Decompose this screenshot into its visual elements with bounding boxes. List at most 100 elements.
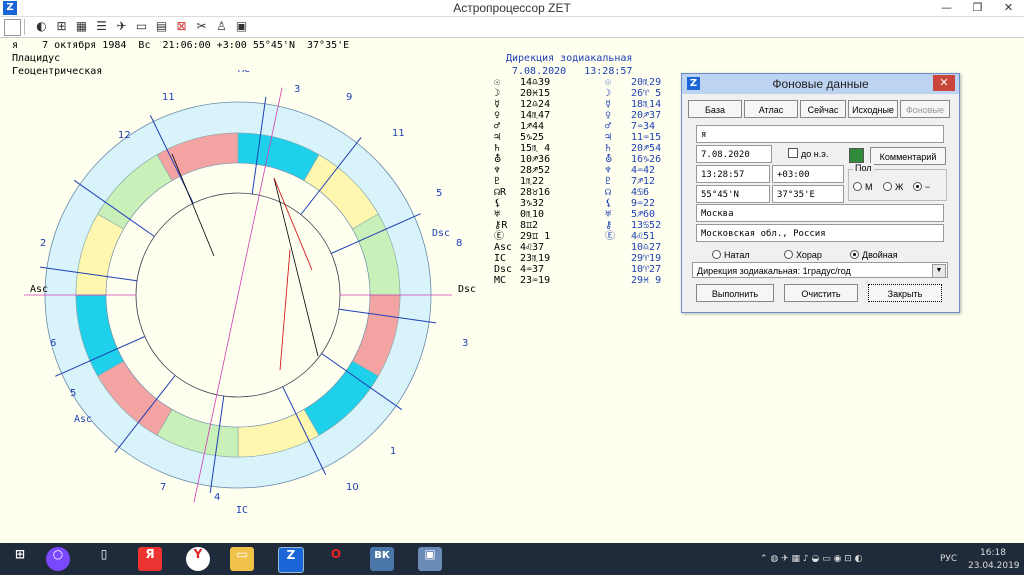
house-number: 3 xyxy=(294,84,300,95)
tab-background[interactable]: Фоновые xyxy=(900,100,950,118)
calendar-icon[interactable] xyxy=(849,148,864,163)
angle-label: Asc xyxy=(74,414,92,425)
clock-time[interactable]: 16:18 xyxy=(980,548,1006,558)
position-row: ♂ 7♒34 xyxy=(605,121,661,132)
planet-position: 5♑25 xyxy=(520,132,545,143)
clock-date[interactable]: 23.04.2019 xyxy=(968,561,1020,571)
tab-atlas[interactable]: Атлас xyxy=(744,100,798,118)
house-number: 11 xyxy=(162,92,175,103)
chart-wheel[interactable]: MC Asc Dsc IC Asc Dsc 11 9 12 8 2 6 3 5 1 7 4 10 3 5 11 xyxy=(0,70,480,540)
tray-icons[interactable]: ⌃ ◍ ✈ ▦ ♪ ◒ ▭ ◉ ⊡ ◐ xyxy=(760,554,863,564)
house-number: 11 xyxy=(392,128,405,139)
mode-horar-radio[interactable]: Хорар xyxy=(784,250,822,260)
position-row: ♇ 7♐12 xyxy=(605,176,661,187)
latitude-field[interactable]: 55°45'N xyxy=(696,185,770,203)
mode-double-radio[interactable]: Двойная xyxy=(850,250,898,260)
position-row: ⚷R 8♊2 xyxy=(494,220,550,231)
planet-position: 16♑26 xyxy=(631,154,662,165)
position-row: ♅ 5♐60 xyxy=(605,209,661,220)
house-number: 10 xyxy=(346,482,359,493)
time-field[interactable]: 13:28:57 xyxy=(696,165,770,183)
planet-position: 23♒19 xyxy=(520,275,551,286)
tools-icon[interactable]: ✂ xyxy=(194,19,209,34)
name-field[interactable]: я xyxy=(696,125,944,143)
clear-button[interactable]: Очистить xyxy=(784,284,858,302)
table-icon[interactable]: ▦ xyxy=(74,19,89,34)
position-row: ♆ 4♒42 xyxy=(605,165,661,176)
position-row: IC 23♏19 xyxy=(494,253,550,264)
planet-position: 0♏10 xyxy=(520,209,545,220)
planet-symbol: ♄ xyxy=(605,143,612,154)
tab-now[interactable]: Сейчас xyxy=(800,100,846,118)
tab-base[interactable]: База xyxy=(688,100,742,118)
dialog-close-button[interactable]: ✕ xyxy=(933,75,955,91)
house-number: 6 xyxy=(50,338,56,349)
run-button[interactable]: Выполнить xyxy=(696,284,774,302)
start-icon[interactable]: ⊞ xyxy=(8,547,32,571)
vk-icon[interactable]: вк xyxy=(370,547,394,571)
yandex-browser-icon[interactable]: Y xyxy=(186,547,210,571)
region-field[interactable]: Московская обл., Россия xyxy=(696,224,944,242)
cross-grid-icon[interactable]: ⊠ xyxy=(174,19,189,34)
planet-symbol: ☿ xyxy=(494,99,501,110)
position-row: ☿ 12♎24 xyxy=(494,99,550,110)
close-button[interactable]: Закрыть xyxy=(868,284,942,302)
direction-icon[interactable]: ✈ xyxy=(114,19,129,34)
position-row: ☽ 20♓15 xyxy=(494,88,550,99)
mode-natal-radio[interactable]: Натал xyxy=(712,250,750,260)
position-row: ♇ 1♏22 xyxy=(494,176,550,187)
planet-symbol: ♇ xyxy=(605,176,612,187)
chart-wheel-icon[interactable]: ◐ xyxy=(34,19,49,34)
explorer-icon[interactable]: ▭ xyxy=(230,547,254,571)
language-indicator[interactable]: РУС xyxy=(940,554,957,564)
position-row: ♀ 20♐37 xyxy=(605,110,661,121)
opera-icon[interactable]: O xyxy=(324,547,348,571)
position-row: ♆ 28♐52 xyxy=(494,165,550,176)
date-field[interactable]: 7.08.2020 xyxy=(696,145,772,163)
gender-none-radio[interactable]: − xyxy=(913,182,930,192)
planet-position: 29♊ 1 xyxy=(520,231,551,242)
position-row: ☿ 18♏14 xyxy=(605,99,661,110)
zet-taskbar-icon[interactable]: Z xyxy=(278,547,304,573)
position-row: Dsc 4♒37 xyxy=(494,264,550,275)
alice-icon[interactable]: ○ xyxy=(46,547,70,571)
minimize-button[interactable]: — xyxy=(931,0,962,16)
gender-male-radio[interactable]: М xyxy=(853,182,873,192)
position-row: 10♎27 xyxy=(605,242,661,253)
folder-icon[interactable]: ▭ xyxy=(134,19,149,34)
calc-icon[interactable]: ▣ xyxy=(234,19,249,34)
planet-symbol: ♀ xyxy=(494,110,501,121)
comment-button[interactable]: Комментарий xyxy=(870,147,946,165)
yandex-icon[interactable]: Я xyxy=(138,547,162,571)
position-row: ♂ 1♐44 xyxy=(494,121,550,132)
method-select[interactable]: Дирекция зодиакальная: 1градус/год ▼ xyxy=(692,262,948,278)
timezone-field[interactable]: +03:00 xyxy=(772,165,844,183)
gender-female-radio[interactable]: Ж xyxy=(883,182,903,192)
aspects-icon[interactable]: ⊞ xyxy=(54,19,69,34)
planet-symbol: ☊ xyxy=(605,187,612,198)
bc-checkbox[interactable]: до н.э. xyxy=(788,148,828,159)
tab-source[interactable]: Исходные xyxy=(848,100,898,118)
house-number: 9 xyxy=(346,92,352,103)
list-icon[interactable]: ☰ xyxy=(94,19,109,34)
planet-position: 7♒34 xyxy=(631,121,656,132)
planet-symbol: ⚸ xyxy=(605,198,613,209)
house-system: Плацидус xyxy=(12,53,61,64)
chevron-down-icon[interactable]: ▼ xyxy=(932,264,946,278)
city-field[interactable]: Москва xyxy=(696,204,944,222)
planet-position: 1♏22 xyxy=(520,176,545,187)
pin-icon[interactable]: ♙ xyxy=(214,19,229,34)
planet-position: 4♌37 xyxy=(520,242,545,253)
maximize-button[interactable]: ❐ xyxy=(962,0,993,16)
background-data-dialog: Z Фоновые данные ✕ База Атлас Сейчас Исх… xyxy=(681,73,960,313)
grid-icon[interactable]: ▤ xyxy=(154,19,169,34)
house-number: 5 xyxy=(436,188,442,199)
planet-position: 29♓ 9 xyxy=(631,275,662,286)
longitude-field[interactable]: 37°35'E xyxy=(772,185,844,203)
file-icon[interactable]: ▯ xyxy=(92,547,116,571)
new-file-icon[interactable] xyxy=(4,19,21,36)
position-row: 29♓ 9 xyxy=(605,275,661,286)
close-window-button[interactable]: ✕ xyxy=(993,0,1024,16)
control-panel-icon[interactable]: ▣ xyxy=(418,547,442,571)
angle-label: IC xyxy=(236,505,248,516)
